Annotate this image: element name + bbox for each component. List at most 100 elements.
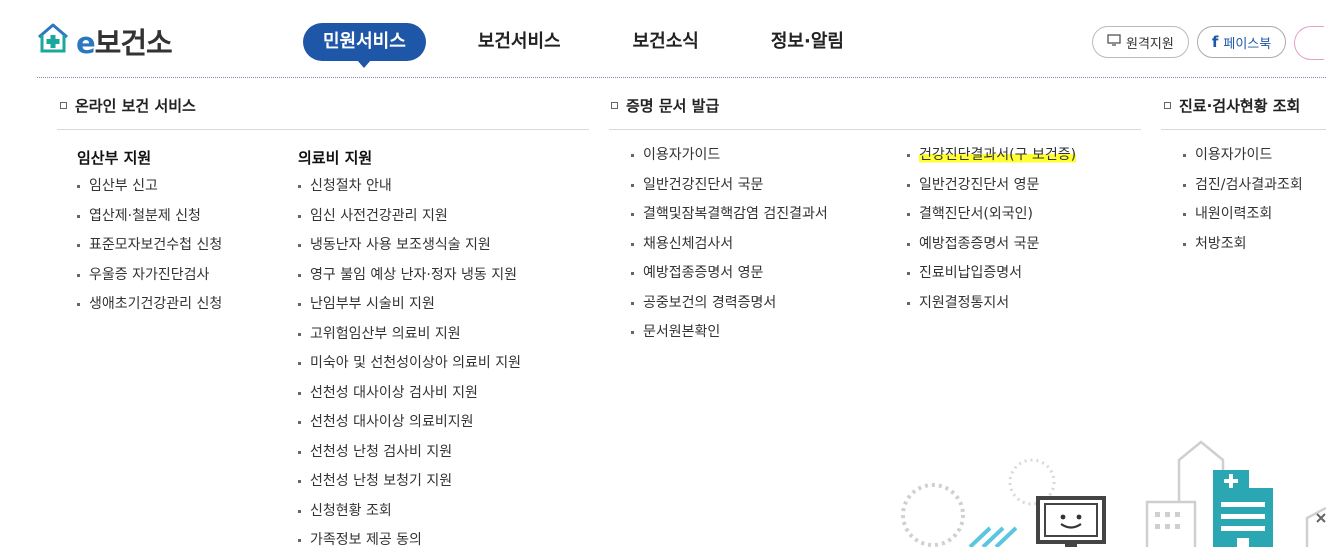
menu-link[interactable]: 우울증 자가진단검사 — [77, 265, 222, 295]
menu-link[interactable]: 엽산제·철분제 신청 — [77, 206, 222, 236]
menu-link[interactable]: 이용자가이드 — [1183, 145, 1303, 175]
column-clinic: 이용자가이드 검진/검사결과조회 내원이력조회 처방조회 — [1183, 145, 1303, 263]
section-line-clinic — [1161, 129, 1326, 130]
menu-link[interactable]: 선천성 난청 검사비 지원 — [298, 442, 521, 472]
menu-link[interactable]: 진료비납입증명서 — [907, 263, 1076, 293]
bullet-icon — [1183, 213, 1186, 216]
bullet-icon — [1183, 183, 1186, 187]
bullet-icon — [907, 213, 910, 216]
menu-link[interactable]: 지원결정통지서 — [907, 293, 1076, 323]
nav-info-notice[interactable]: 정보·알림 — [751, 23, 864, 61]
bullet-icon — [298, 391, 301, 395]
main-nav: 민원서비스 보건서비스 보건소식 정보·알림 — [303, 23, 896, 68]
bullet-icon — [77, 303, 80, 306]
facebook-button[interactable]: f 페이스북 — [1196, 26, 1287, 58]
menu-link[interactable]: 선천성 대사이상 검사비 지원 — [298, 383, 521, 413]
menu-link[interactable]: 미숙아 및 선천성이상아 의료비 지원 — [298, 353, 521, 383]
logo-text: e보건소 — [76, 26, 173, 60]
nav-health-service[interactable]: 보건서비스 — [458, 23, 581, 61]
bullet-icon — [298, 273, 301, 277]
bullet-icon — [907, 242, 910, 246]
menu-link[interactable]: 선천성 난청 보청기 지원 — [298, 471, 521, 501]
menu-link[interactable]: 난임부부 시술비 지원 — [298, 294, 521, 324]
menu-link[interactable]: 이용자가이드 — [631, 145, 828, 175]
bullet-icon — [298, 421, 301, 424]
section-line-online — [57, 129, 589, 130]
menu-link[interactable]: 선천성 대사이상 의료비지원 — [298, 412, 521, 442]
menu-link[interactable]: 결핵및잠복결핵감염 검진결과서 — [631, 204, 828, 234]
menu-link[interactable]: 임산부 신고 — [77, 176, 222, 206]
nav-health-news[interactable]: 보건소식 — [613, 23, 719, 61]
bullet-icon — [77, 244, 80, 247]
bullet-icon — [631, 272, 634, 275]
column-pregnant-support: 임산부 지원 임산부 신고 엽산제·철분제 신청 표준모자보건수첩 신청 우울증… — [77, 147, 222, 324]
bullet-icon — [298, 362, 301, 365]
column-head: 임산부 지원 — [77, 149, 152, 167]
menu-link[interactable]: 문서원본확인 — [631, 322, 828, 352]
header-divider — [37, 77, 1326, 78]
bullet-icon — [631, 154, 634, 157]
square-bullet-icon — [611, 102, 618, 109]
column-medical-support: 의료비 지원 신청절차 안내 임신 사전건강관리 지원 냉동난자 사용 보조생식… — [298, 147, 521, 560]
bullet-icon — [298, 539, 301, 542]
square-bullet-icon — [60, 102, 67, 109]
section-title-clinic: 진료·검사현황 조회 — [1164, 95, 1300, 116]
bullet-icon — [298, 450, 301, 454]
bullet-icon — [631, 213, 634, 216]
menu-link[interactable]: 냉동난자 사용 보조생식술 지원 — [298, 235, 521, 265]
bullet-icon — [298, 509, 301, 513]
health-house-icon — [36, 21, 70, 61]
menu-link[interactable]: 채용신체검사서 — [631, 234, 828, 264]
bullet-icon — [907, 154, 910, 157]
city-illustration — [901, 440, 1326, 547]
menu-link[interactable]: 신청절차 안내 — [298, 176, 521, 206]
bullet-icon — [1183, 154, 1186, 157]
bullet-icon — [298, 185, 301, 188]
menu-link[interactable]: 일반건강진단서 국문 — [631, 175, 828, 205]
menu-link-highlighted[interactable]: 건강진단결과서(구 보건증) — [907, 145, 1077, 175]
bullet-icon — [631, 242, 634, 246]
bullet-icon — [298, 332, 301, 336]
bullet-icon — [631, 183, 634, 187]
menu-link[interactable]: 검진/검사결과조회 — [1183, 175, 1303, 205]
site-logo[interactable]: e보건소 — [36, 20, 173, 62]
remote-support-button[interactable]: 원격지원 — [1092, 26, 1189, 58]
menu-link[interactable]: 생애초기건강관리 신청 — [77, 294, 222, 324]
column-cert-1: 이용자가이드 일반건강진단서 국문 결핵및잠복결핵감염 검진결과서 채용신체검사… — [631, 145, 828, 352]
menu-link[interactable]: 예방접종증명서 영문 — [631, 263, 828, 293]
menu-link[interactable]: 내원이력조회 — [1183, 204, 1303, 234]
menu-link[interactable]: 처방조회 — [1183, 234, 1303, 264]
menu-link[interactable]: 공중보건의 경력증명서 — [631, 293, 828, 323]
menu-link[interactable]: 일반건강진단서 영문 — [907, 175, 1076, 205]
menu-link[interactable]: 고위험임산부 의료비 지원 — [298, 324, 521, 354]
menu-link[interactable]: 임신 사전건강관리 지원 — [298, 206, 521, 236]
section-title-cert: 증명 문서 발급 — [611, 95, 719, 116]
menu-link[interactable]: 표준모자보건수첩 신청 — [77, 235, 222, 265]
bullet-icon — [631, 301, 634, 305]
bullet-icon — [77, 214, 80, 218]
extra-util-button[interactable] — [1294, 26, 1325, 60]
square-bullet-icon — [1164, 102, 1171, 109]
bullet-icon — [298, 244, 301, 247]
menu-link[interactable]: 신청현황 조회 — [298, 501, 521, 531]
facebook-label: 페이스북 — [1223, 36, 1272, 52]
utility-links: 원격지원 f 페이스북 — [1092, 26, 1325, 60]
menu-link[interactable]: 영구 불임 예상 난자·정자 냉동 지원 — [298, 265, 521, 295]
menu-link[interactable]: 결핵진단서(외국인) — [907, 204, 1076, 234]
column-cert-2: 건강진단결과서(구 보건증) 일반건강진단서 영문 결핵진단서(외국인) 예방접… — [907, 145, 1077, 323]
section-line-cert — [609, 129, 1141, 130]
remote-support-label: 원격지원 — [1126, 36, 1174, 52]
bullet-icon — [631, 331, 634, 334]
section-title-online: 온라인 보건 서비스 — [60, 95, 196, 116]
bullet-icon — [1183, 242, 1186, 246]
bullet-icon — [298, 214, 301, 218]
bullet-icon — [77, 185, 80, 188]
menu-link[interactable]: 예방접종증명서 국문 — [907, 234, 1076, 264]
nav-civil-service[interactable]: 민원서비스 — [303, 23, 426, 68]
menu-link[interactable]: 가족정보 제공 동의 — [298, 530, 521, 560]
bullet-icon — [907, 183, 910, 187]
bullet-icon — [77, 273, 80, 277]
bullet-icon — [907, 301, 910, 305]
monitor-icon — [1107, 34, 1121, 50]
column-head: 의료비 지원 — [298, 149, 373, 167]
